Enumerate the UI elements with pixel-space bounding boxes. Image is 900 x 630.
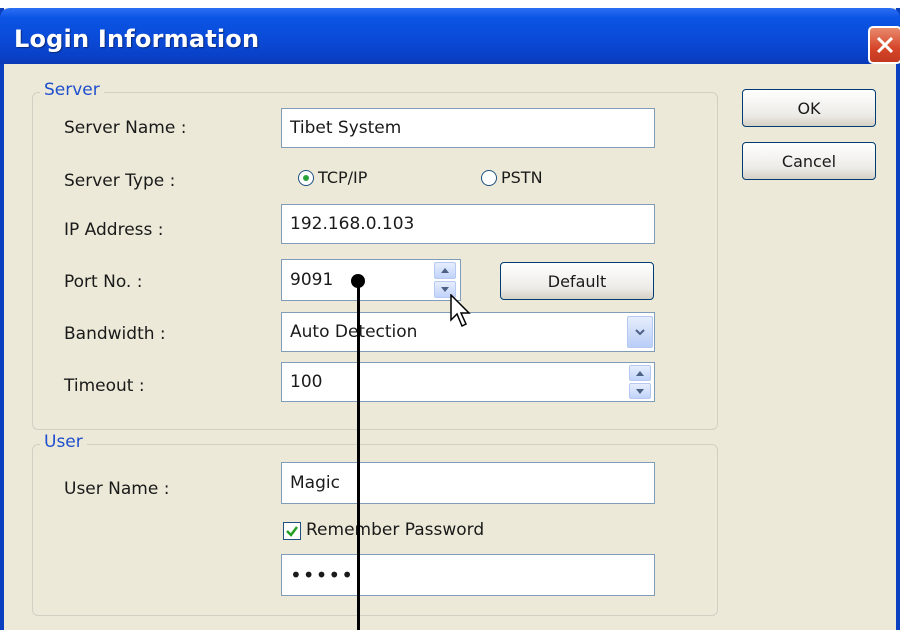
ip-address-value: 192.168.0.103	[290, 214, 415, 234]
checkmark-icon	[286, 526, 298, 537]
server-name-input[interactable]: Tibet System	[281, 108, 655, 148]
timeout-label: Timeout :	[64, 376, 145, 396]
server-group-label: Server	[40, 80, 104, 100]
port-spinner[interactable]	[434, 262, 456, 298]
radio-pstn-circle	[481, 169, 497, 186]
server-name-label: Server Name :	[64, 118, 187, 138]
close-button[interactable]	[868, 26, 900, 64]
radio-tcpip[interactable]: TCP/IP	[298, 168, 367, 187]
port-value: 9091	[290, 270, 334, 290]
user-name-value: Magic	[290, 473, 340, 493]
spin-down-icon[interactable]	[629, 383, 651, 399]
dropdown-arrow-icon[interactable]	[627, 316, 653, 348]
server-name-value: Tibet System	[290, 118, 402, 138]
radio-pstn[interactable]: PSTN	[481, 168, 543, 187]
mouse-cursor-icon	[450, 294, 471, 328]
cancel-button[interactable]: Cancel	[742, 142, 876, 180]
window-title: Login Information	[14, 25, 260, 53]
user-group-label: User	[40, 432, 87, 452]
bandwidth-label: Bandwidth :	[64, 324, 166, 344]
password-value: •••••	[290, 563, 354, 587]
spin-up-icon[interactable]	[629, 365, 651, 381]
callout-dot	[351, 274, 365, 288]
server-type-label: Server Type :	[64, 171, 176, 191]
timeout-input[interactable]: 100	[281, 362, 655, 402]
ok-button[interactable]: OK	[742, 89, 876, 127]
remember-password-checkbox[interactable]	[283, 522, 301, 540]
timeout-spinner[interactable]	[629, 365, 651, 399]
default-button[interactable]: Default	[500, 262, 654, 300]
bandwidth-value: Auto Detection	[290, 322, 418, 342]
user-name-input[interactable]: Magic	[281, 462, 655, 504]
close-icon	[876, 36, 894, 54]
timeout-value: 100	[290, 372, 323, 392]
user-name-label: User Name :	[64, 479, 170, 499]
radio-tcpip-circle	[298, 169, 314, 186]
port-label: Port No. :	[64, 272, 143, 292]
radio-tcpip-label: TCP/IP	[318, 168, 368, 187]
callout-line	[357, 280, 360, 630]
radio-pstn-label: PSTN	[501, 168, 543, 187]
remember-password-label[interactable]: Remember Password	[306, 520, 484, 540]
spin-up-icon[interactable]	[434, 262, 456, 279]
ip-address-input[interactable]: 192.168.0.103	[281, 204, 655, 244]
password-input[interactable]: •••••	[281, 554, 655, 596]
ip-address-label: IP Address :	[64, 220, 164, 240]
title-bar[interactable]: Login Information	[0, 8, 900, 64]
